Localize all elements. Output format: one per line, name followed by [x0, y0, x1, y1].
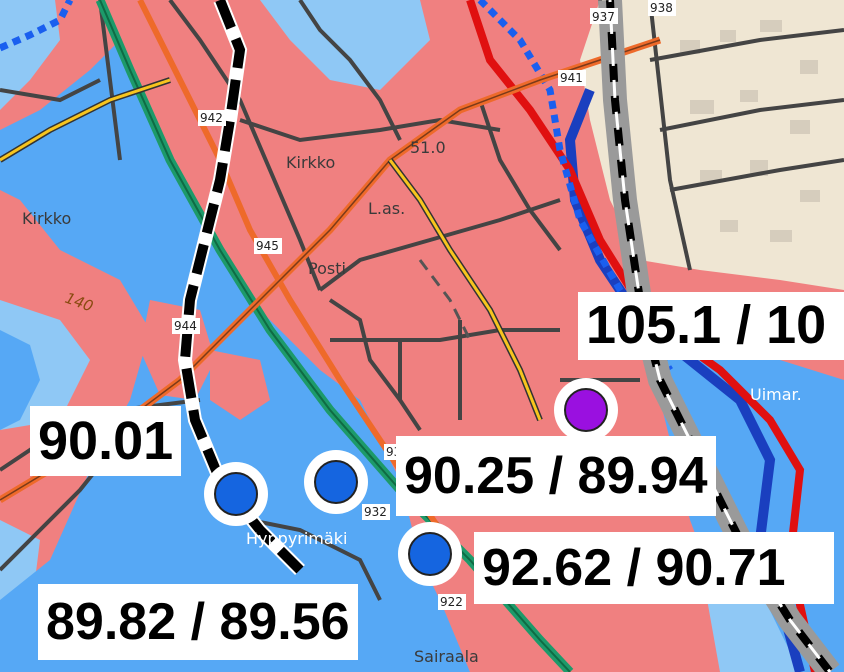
place-uimar: Uimar.	[750, 385, 802, 404]
marker-blue-left[interactable]	[204, 462, 268, 526]
road-number-941: 941	[560, 71, 583, 85]
level-label-center: 90.25 / 89.94	[396, 436, 716, 516]
place-las: L.as.	[368, 199, 405, 218]
level-label-left: 90.01	[30, 406, 182, 476]
road-number-938: 938	[650, 1, 673, 15]
road-number-937: 937	[592, 10, 615, 24]
marker-blue-right[interactable]	[398, 522, 462, 586]
level-label-top-right: 105.1 / 10	[578, 292, 844, 360]
place-posti: Posti	[308, 259, 346, 278]
level-label-bottom-left: 89.82 / 89.56	[38, 584, 358, 660]
place-kirkko-west: Kirkko	[22, 209, 71, 228]
place-sairaala: Sairaala	[414, 647, 479, 666]
place-kirkko-center: Kirkko	[286, 153, 335, 172]
marker-purple[interactable]	[554, 378, 618, 442]
marker-blue-center[interactable]	[304, 450, 368, 514]
road-number-922: 922	[440, 595, 463, 609]
place-hyppyrimaki: Hyppyrimäki	[246, 529, 347, 548]
road-51-label: 51.0	[410, 138, 446, 157]
level-label-right: 92.62 / 90.71	[474, 532, 834, 604]
road-number-945: 945	[256, 239, 279, 253]
road-number-932: 932	[364, 505, 387, 519]
road-number-942: 942	[200, 111, 223, 125]
road-number-944: 944	[174, 319, 197, 333]
